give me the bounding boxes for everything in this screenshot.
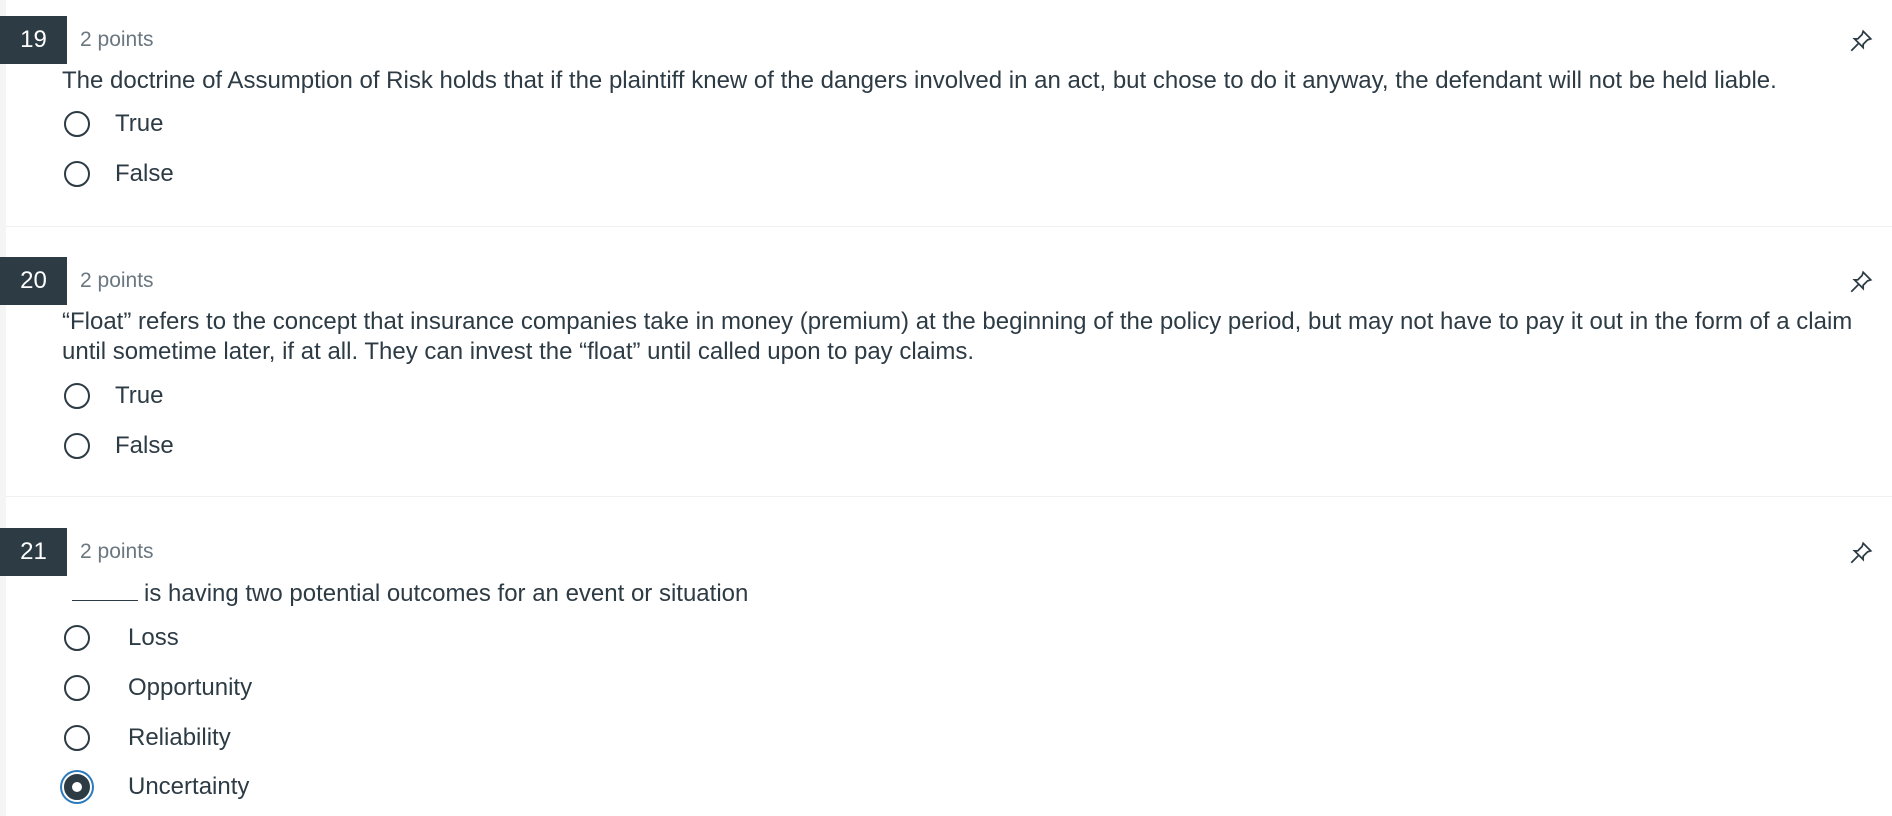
question-text-line: is having two potential outcomes for an … (72, 578, 1882, 609)
question-text: “Float” refers to the concept that insur… (62, 308, 1853, 365)
pin-icon[interactable] (1848, 540, 1874, 566)
radio-button[interactable] (64, 111, 90, 137)
radio-button[interactable] (64, 383, 90, 409)
option-true[interactable]: True (62, 108, 662, 144)
option-label: True (115, 382, 164, 409)
option-label: Opportunity (128, 674, 253, 701)
fill-in-blank (72, 578, 138, 601)
option-label: Loss (128, 624, 179, 651)
option-label: False (115, 432, 174, 459)
radio-button[interactable] (64, 433, 90, 459)
question-separator (6, 226, 1892, 227)
question-text: The doctrine of Assumption of Risk holds… (62, 67, 1777, 94)
option-label: False (115, 160, 174, 187)
option-label: Reliability (128, 724, 231, 751)
option-uncertainty[interactable]: Uncertainty (62, 771, 662, 807)
option-reliability[interactable]: Reliability (62, 722, 662, 758)
radio-button[interactable] (64, 625, 90, 651)
question-number: 20 (0, 257, 67, 305)
question-header: 19 2 points (0, 16, 1892, 64)
question-header: 21 2 points (0, 528, 1892, 576)
option-loss[interactable]: Loss (62, 622, 662, 658)
question-number: 19 (0, 16, 67, 64)
radio-button[interactable] (64, 725, 90, 751)
option-opportunity[interactable]: Opportunity (62, 672, 662, 708)
question-text: is having two potential outcomes for an … (144, 580, 749, 607)
question-points: 2 points (80, 28, 154, 51)
question-points: 2 points (80, 269, 154, 292)
left-border (0, 0, 6, 816)
option-label: True (115, 110, 164, 137)
pin-icon[interactable] (1848, 28, 1874, 54)
pin-icon[interactable] (1848, 269, 1874, 295)
question-points: 2 points (80, 540, 154, 563)
option-false[interactable]: False (62, 158, 662, 194)
question-header: 20 2 points (0, 257, 1892, 305)
question-number: 21 (0, 528, 67, 576)
question-separator (6, 496, 1892, 497)
option-label: Uncertainty (128, 773, 250, 800)
radio-button[interactable] (64, 675, 90, 701)
option-true[interactable]: True (62, 380, 662, 416)
option-false[interactable]: False (62, 430, 662, 466)
radio-button[interactable] (64, 161, 90, 187)
radio-button-selected[interactable] (64, 774, 90, 800)
quiz-page: 19 2 points The doctrine of Assumption o… (0, 0, 1892, 816)
